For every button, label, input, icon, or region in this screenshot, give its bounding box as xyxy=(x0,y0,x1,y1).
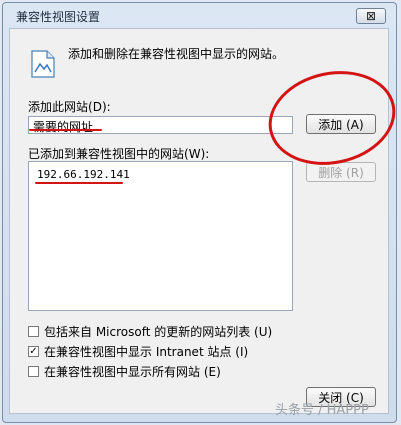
option-label: 在兼容性视图中显示 Intranet 站点 (I) xyxy=(44,345,249,359)
close-icon[interactable]: ⊠ xyxy=(356,8,386,24)
description-text: 添加和删除在兼容性视图中显示的网站。 xyxy=(68,47,285,61)
checkbox[interactable] xyxy=(28,326,39,337)
annotation-underline xyxy=(29,129,102,131)
dialog-title: 兼容性视图设置 xyxy=(16,10,101,24)
option-label: 在兼容性视图中显示所有网站 (E) xyxy=(44,365,221,379)
webpage-icon xyxy=(31,50,55,78)
checkbox[interactable] xyxy=(28,366,39,377)
option-intranet[interactable]: ✓ 在兼容性视图中显示 Intranet 站点 (I) xyxy=(28,343,248,360)
remove-button[interactable]: 删除 (R) xyxy=(306,162,376,182)
option-all-sites[interactable]: 在兼容性视图中显示所有网站 (E) xyxy=(28,363,221,380)
add-site-input[interactable]: 需要的网址 xyxy=(28,116,293,134)
option-label: 包括来自 Microsoft 的更新的网站列表 (U) xyxy=(44,325,273,339)
added-sites-label: 已添加到兼容性视图中的网站(W): xyxy=(28,147,210,161)
option-microsoft-list[interactable]: 包括来自 Microsoft 的更新的网站列表 (U) xyxy=(28,323,272,340)
list-item[interactable]: 192.66.192.141 xyxy=(37,168,130,181)
annotation-underline xyxy=(35,182,123,184)
watermark: 头条号 / HAPPP xyxy=(275,403,369,418)
checkbox-checked[interactable]: ✓ xyxy=(28,346,39,357)
add-site-label: 添加此网站(D): xyxy=(28,100,111,114)
